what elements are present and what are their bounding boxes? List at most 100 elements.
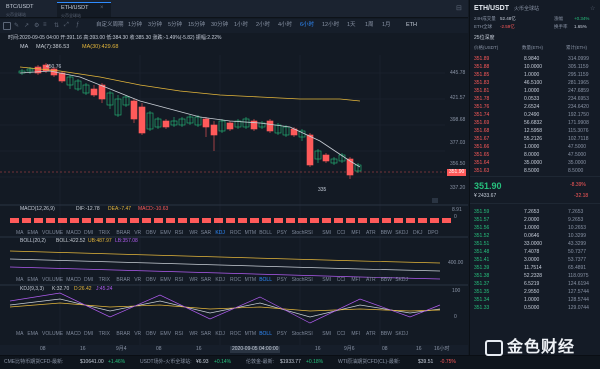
ask-row[interactable]: 351.85 1.0000 295.1159 [470, 71, 600, 79]
indicator-ma[interactable]: MA [16, 230, 24, 236]
indicator-sar[interactable]: SAR [201, 230, 211, 236]
ask-row[interactable]: 351.65 8.0000 47.5000 [470, 151, 600, 159]
depth-selector[interactable]: 25位深度 [474, 36, 495, 41]
layout-icon[interactable]: ⊟ [456, 4, 462, 12]
indicator-rsi[interactable]: RSI [175, 331, 183, 337]
ask-row[interactable]: 351.66 1.0000 47.5000 [470, 143, 600, 151]
ask-row[interactable]: 351.88 10.0000 305.1159 [470, 63, 600, 71]
indicator-trix[interactable]: TRIX [99, 277, 110, 283]
period-1mo[interactable]: 1月 [382, 22, 391, 29]
ask-row[interactable]: 351.81 1.0000 247.6859 [470, 87, 600, 95]
kline-chart[interactable]: 445.78 421.57 398.68 377.03 356.50 337.2… [0, 55, 468, 345]
time-range[interactable]: 16小时 [434, 347, 450, 352]
ask-row[interactable]: 351.63 8.5000 8.5000 [470, 167, 600, 175]
indicator-boll[interactable]: BOLL [259, 230, 272, 236]
indicator-bbw[interactable]: BBW [381, 331, 392, 337]
indicator-boll[interactable]: BOLL [259, 277, 272, 283]
indicator-ma[interactable]: MA [16, 277, 24, 283]
period-2h[interactable]: 2小时 [256, 22, 270, 29]
indicator-sar[interactable]: SAR [201, 277, 211, 283]
ask-row[interactable]: 351.68 12.5958 115.3076 [470, 127, 600, 135]
indicator-icon[interactable]: ƒ [76, 22, 79, 28]
compare-icon[interactable]: ⇅ [54, 22, 59, 29]
bid-row[interactable]: 351.48 7.4078 50.7377 [470, 248, 600, 256]
period-15m[interactable]: 15分钟 [188, 22, 205, 29]
indicator-mtm[interactable]: MTM [245, 277, 256, 283]
indicator-roc[interactable]: ROC [230, 331, 241, 337]
bid-row[interactable]: 351.38 52.2328 118.0975 [470, 272, 600, 280]
period-1h[interactable]: 1小时 [234, 22, 248, 29]
indicator-stochrsi[interactable]: StochRSI [292, 331, 313, 337]
indicator-psy[interactable]: PSY [277, 230, 287, 236]
indicator-cci[interactable]: CCI [337, 277, 346, 283]
indicator-mfi[interactable]: MFI [351, 331, 360, 337]
period-3m[interactable]: 3分钟 [148, 22, 162, 29]
indicator-skdj[interactable]: SKDJ [395, 331, 408, 337]
indicator-cci[interactable]: CCI [337, 331, 346, 337]
indicator-skdj[interactable]: SKDJ [395, 277, 408, 283]
bid-row[interactable]: 351.51 33.0000 43.3299 [470, 240, 600, 248]
collapse-icon[interactable] [432, 198, 438, 203]
indicator-obv[interactable]: OBV [146, 230, 157, 236]
indicator-sar[interactable]: SAR [201, 331, 211, 337]
indicator-atr[interactable]: ATR [366, 277, 376, 283]
bid-row[interactable]: 351.41 3.0000 53.7377 [470, 256, 600, 264]
indicator-mtm[interactable]: MTM [245, 331, 256, 337]
bid-row[interactable]: 351.57 2.0000 9.2653 [470, 216, 600, 224]
indicator-emv[interactable]: EMV [160, 277, 171, 283]
indicator-kdj[interactable]: KDJ [215, 277, 224, 283]
period-1d[interactable]: 1天 [347, 22, 356, 29]
indicator-trix[interactable]: TRIX [99, 230, 110, 236]
indicator-wr[interactable]: WR [189, 331, 197, 337]
indicator-emv[interactable]: EMV [160, 230, 171, 236]
indicator-ema[interactable]: EMA [27, 331, 38, 337]
indicator-dmi[interactable]: DMI [84, 331, 93, 337]
indicator-roc[interactable]: ROC [230, 230, 241, 236]
indicator-mfi[interactable]: MFI [351, 277, 360, 283]
more-icon[interactable]: ≡ [43, 22, 47, 28]
indicator-brar[interactable]: BRAR [116, 331, 130, 337]
bid-row[interactable]: 351.37 6.5219 124.6194 [470, 280, 600, 288]
bid-row[interactable]: 351.33 0.5000 129.0744 [470, 304, 600, 312]
indicator-stochrsi[interactable]: StochRSI [292, 230, 313, 236]
indicator-macd[interactable]: MACD [66, 230, 81, 236]
indicator-dmi[interactable]: DMI [84, 277, 93, 283]
indicator-vr[interactable]: VR [134, 277, 141, 283]
indicator-dkj[interactable]: DKJ [413, 230, 422, 236]
indicator-smi[interactable]: SMI [322, 277, 331, 283]
indicator-bbw[interactable]: BBW [381, 230, 392, 236]
ask-row[interactable]: 351.74 0.2490 192.1750 [470, 111, 600, 119]
indicator-emv[interactable]: EMV [160, 331, 171, 337]
indicator-kdj[interactable]: KDJ [215, 230, 224, 236]
indicator-macd[interactable]: MACD [66, 331, 81, 337]
indicator-rsi[interactable]: RSI [175, 277, 183, 283]
draw-icon[interactable]: ✎ [14, 22, 19, 29]
indicator-macd[interactable]: MACD [66, 277, 81, 283]
period-5m[interactable]: 5分钟 [168, 22, 182, 29]
compare-symbol[interactable]: ETH [406, 22, 417, 29]
close-tab-icon[interactable]: × [100, 5, 104, 11]
indicator-volume[interactable]: VOLUME [42, 277, 63, 283]
indicator-vr[interactable]: VR [134, 331, 141, 337]
indicator-brar[interactable]: BRAR [116, 277, 130, 283]
indicator-skdj[interactable]: SKDJ [395, 230, 408, 236]
ask-row[interactable]: 351.89 8.9840 314.0999 [470, 55, 600, 63]
indicator-stochrsi[interactable]: StochRSI [292, 277, 313, 283]
period-4h[interactable]: 4小时 [278, 22, 292, 29]
crosshair-icon[interactable] [3, 22, 11, 30]
bid-row[interactable]: 351.59 7.2653 7.2653 [470, 208, 600, 216]
indicator-roc[interactable]: ROC [230, 277, 241, 283]
bid-row[interactable]: 351.56 1.0000 10.2653 [470, 224, 600, 232]
indicator-vr[interactable]: VR [134, 230, 141, 236]
ask-row[interactable]: 351.67 55.2126 102.7118 [470, 135, 600, 143]
indicator-wr[interactable]: WR [189, 230, 197, 236]
indicator-mfi[interactable]: MFI [351, 230, 360, 236]
indicator-brar[interactable]: BRAR [116, 230, 130, 236]
trend-icon[interactable]: ↗ [24, 22, 29, 29]
indicator-rsi[interactable]: RSI [175, 230, 183, 236]
ask-row[interactable]: 351.64 35.0000 35.0000 [470, 159, 600, 167]
period-1w[interactable]: 1周 [365, 22, 374, 29]
indicator-psy[interactable]: PSY [277, 277, 287, 283]
indicator-volume[interactable]: VOLUME [42, 230, 63, 236]
indicator-bbw[interactable]: BBW [381, 277, 392, 283]
